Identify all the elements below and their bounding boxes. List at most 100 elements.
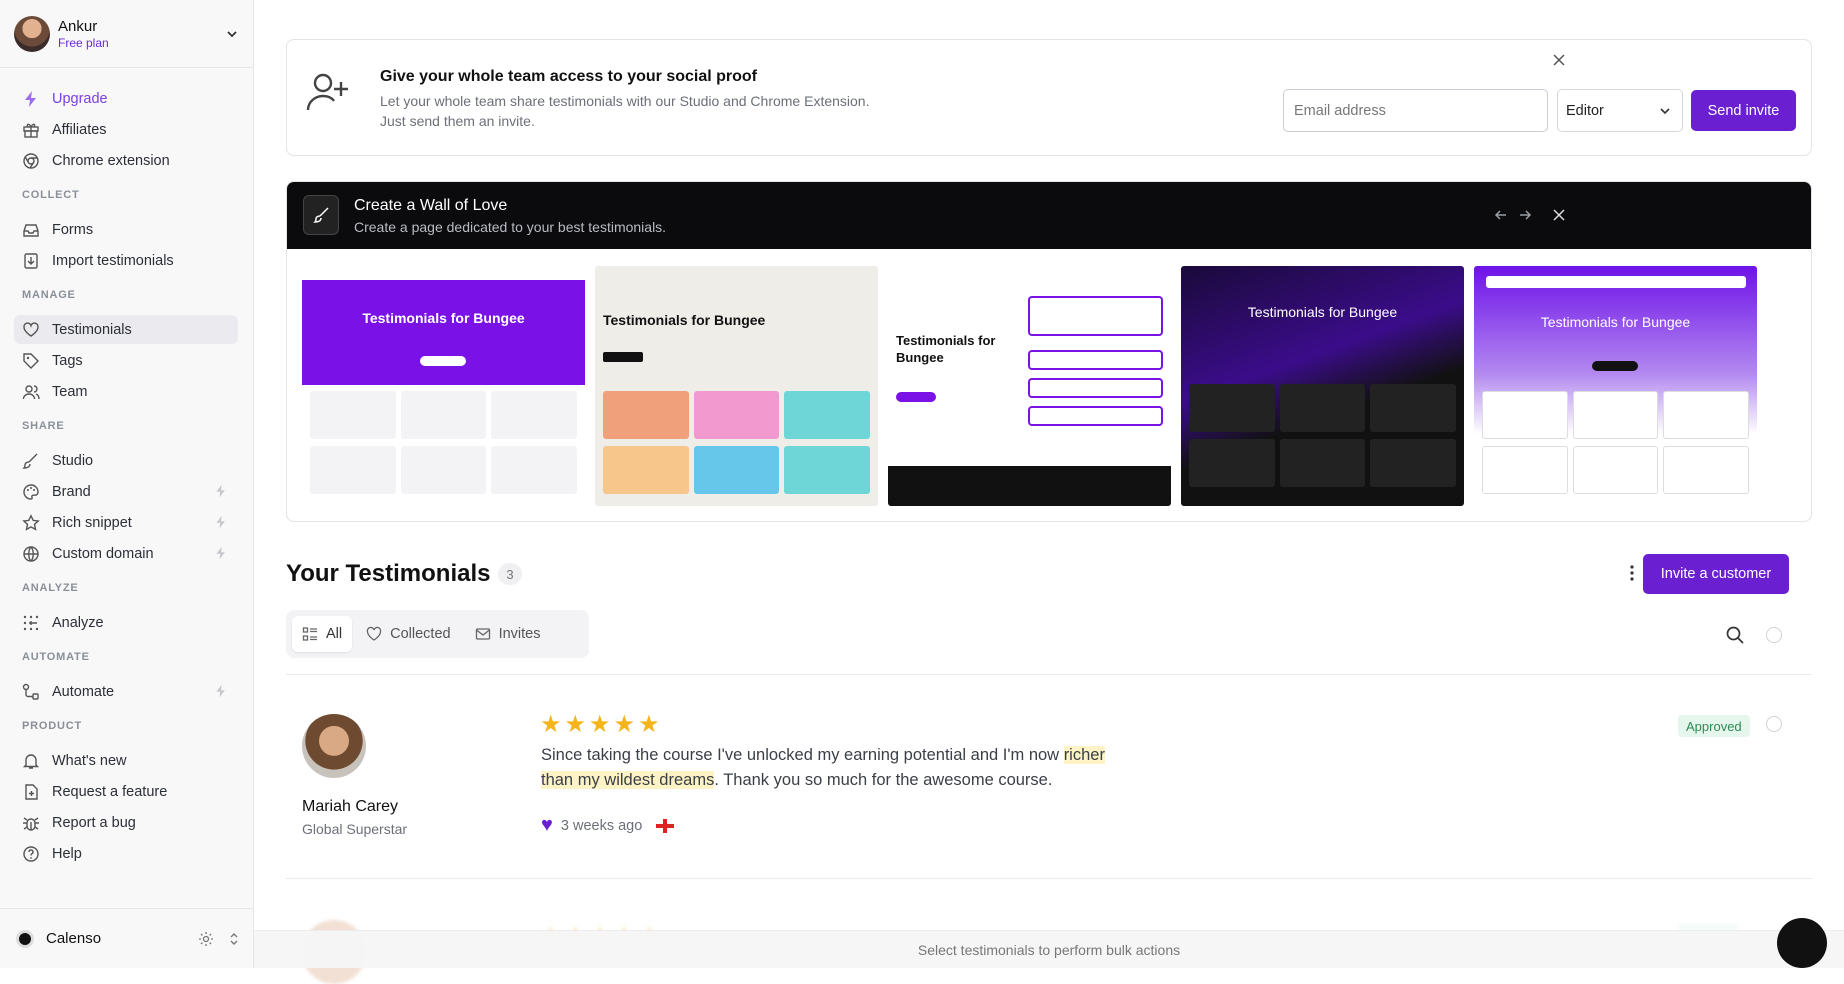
template-title: Testimonials for Bungee xyxy=(1247,304,1398,320)
user-name: Ankur xyxy=(58,17,98,35)
arrow-right-icon[interactable] xyxy=(1517,207,1533,223)
sidebar-item-custom-domain[interactable]: Custom domain xyxy=(14,539,238,568)
testimonial-text-part: . Thank you so much for the awesome cour… xyxy=(714,771,1053,789)
star-icon: ★ xyxy=(540,711,562,738)
wall-title: Create a Wall of Love xyxy=(354,197,508,214)
filter-tabs: All Collected Invites xyxy=(286,610,589,658)
heart-icon xyxy=(366,626,382,641)
users-icon xyxy=(22,384,40,399)
sidebar-item-report-bug[interactable]: Report a bug xyxy=(14,808,238,837)
sidebar-item-label: Analyze xyxy=(52,614,104,631)
close-icon[interactable] xyxy=(1551,52,1567,68)
more-vertical-icon[interactable] xyxy=(1622,563,1642,583)
bulk-actions-bar: Select testimonials to perform bulk acti… xyxy=(254,930,1844,968)
sidebar-item-label: Upgrade xyxy=(52,90,108,107)
sidebar-item-help[interactable]: Help xyxy=(14,839,238,868)
tag-icon xyxy=(23,352,39,369)
sidebar-item-affiliates[interactable]: Affiliates xyxy=(14,115,238,144)
star-icon: ★ xyxy=(589,711,611,738)
brush-icon xyxy=(22,453,38,469)
bolt-icon xyxy=(216,546,225,560)
role-select[interactable]: Editor xyxy=(1557,89,1683,132)
testimonial-text-part: Since taking the course I've unlocked my… xyxy=(541,746,1064,764)
tab-collected[interactable]: Collected xyxy=(356,616,460,652)
invite-desc-line: Just send them an invite. xyxy=(380,113,535,129)
template-thumbnail[interactable]: Testimonials for Bungee xyxy=(888,266,1171,506)
user-menu[interactable]: Ankur Free plan xyxy=(14,15,240,53)
row-checkbox[interactable] xyxy=(1766,716,1782,732)
section-heading-analyze: ANALYZE xyxy=(22,582,79,594)
gift-icon xyxy=(23,123,39,138)
template-thumbnail[interactable]: Testimonials for Bungee xyxy=(595,266,878,506)
sidebar-item-whats-new[interactable]: What's new xyxy=(14,746,238,775)
inbox-icon xyxy=(23,223,39,237)
select-all-checkbox[interactable] xyxy=(1766,627,1782,643)
star-icon xyxy=(22,513,40,531)
sidebar-item-automate[interactable]: Automate xyxy=(14,677,238,706)
template-title: Testimonials for Bungee xyxy=(362,310,525,326)
arrow-left-icon[interactable] xyxy=(1493,207,1509,223)
heart-icon: ♥ xyxy=(541,814,553,836)
wall-subtitle: Create a page dedicated to your best tes… xyxy=(354,219,667,235)
sidebar-item-request-feature[interactable]: Request a feature xyxy=(14,777,238,806)
sidebar-item-rich-snippet[interactable]: Rich snippet xyxy=(14,508,238,537)
sidebar-item-analyze[interactable]: Analyze xyxy=(14,608,238,637)
template-gallery: Testimonials for Bungee Testimonials for… xyxy=(302,266,1757,506)
grid-dots-icon xyxy=(23,615,39,630)
sidebar-item-import-testimonials[interactable]: Import testimonials xyxy=(14,246,238,275)
workspace-logo xyxy=(16,929,34,948)
tab-label: Collected xyxy=(390,626,451,642)
sidebar-item-label: Automate xyxy=(52,683,115,700)
template-title-line: Bungee xyxy=(896,350,944,365)
section-heading-collect: COLLECT xyxy=(22,189,80,201)
import-icon xyxy=(24,252,38,269)
wall-of-love-banner: Create a Wall of Love Create a page dedi… xyxy=(286,181,1812,522)
avatar xyxy=(14,16,50,52)
sidebar-item-upgrade[interactable]: Upgrade xyxy=(14,84,238,113)
sidebar-item-chrome-extension[interactable]: Chrome extension xyxy=(14,146,238,175)
tab-invites[interactable]: Invites xyxy=(465,616,551,652)
sidebar-item-testimonials[interactable]: Testimonials xyxy=(14,315,238,344)
sidebar-item-forms[interactable]: Forms xyxy=(14,215,238,244)
role-value: Editor xyxy=(1566,102,1604,119)
template-thumbnail[interactable]: Testimonials for Bungee xyxy=(1181,266,1464,506)
avatar xyxy=(302,714,366,778)
bell-icon xyxy=(22,753,40,769)
sidebar-item-brand[interactable]: Brand xyxy=(14,477,238,506)
email-field[interactable] xyxy=(1283,89,1548,132)
sidebar-item-label: Request a feature xyxy=(52,783,168,800)
gear-icon[interactable] xyxy=(198,931,214,947)
send-invite-button[interactable]: Send invite xyxy=(1691,90,1796,131)
sidebar-item-label: Import testimonials xyxy=(52,252,174,269)
workspace-switcher[interactable]: Calenso xyxy=(0,908,254,968)
template-thumbnail[interactable]: Testimonials for Bungee xyxy=(302,266,585,506)
section-heading-automate: AUTOMATE xyxy=(22,651,90,663)
chevron-updown-icon[interactable] xyxy=(226,931,242,947)
template-title: Testimonials for Bungee xyxy=(1540,314,1691,330)
brush-icon xyxy=(303,195,339,235)
tab-all[interactable]: All xyxy=(292,616,353,652)
sidebar-item-team[interactable]: Team xyxy=(14,377,238,406)
template-thumbnail[interactable]: Testimonials for Bungee xyxy=(1474,266,1757,506)
invite-customer-button[interactable]: Invite a customer xyxy=(1643,554,1789,594)
chevron-down-icon xyxy=(1660,108,1670,115)
status-badge: Approved xyxy=(1678,715,1750,737)
chevron-down-icon xyxy=(227,31,237,38)
globe-icon xyxy=(23,545,39,562)
chrome-icon xyxy=(23,152,39,169)
invite-title: Give your whole team access to your soci… xyxy=(380,68,758,85)
search-icon[interactable] xyxy=(1725,625,1745,645)
sidebar-item-label: Affiliates xyxy=(52,121,107,138)
user-plus-icon xyxy=(306,73,348,111)
sidebar-item-studio[interactable]: Studio xyxy=(14,446,238,475)
close-icon[interactable] xyxy=(1551,207,1567,223)
template-title: Testimonials for Bungee xyxy=(603,312,766,328)
count-badge: 3 xyxy=(498,563,522,585)
help-chat-button[interactable] xyxy=(1777,918,1827,968)
document-plus-icon xyxy=(25,783,38,800)
workspace-name: Calenso xyxy=(46,930,102,947)
tab-label: All xyxy=(326,626,343,642)
section-heading-manage: MANAGE xyxy=(22,289,76,301)
user-plan: Free plan xyxy=(58,35,109,50)
sidebar-item-tags[interactable]: Tags xyxy=(14,346,238,375)
